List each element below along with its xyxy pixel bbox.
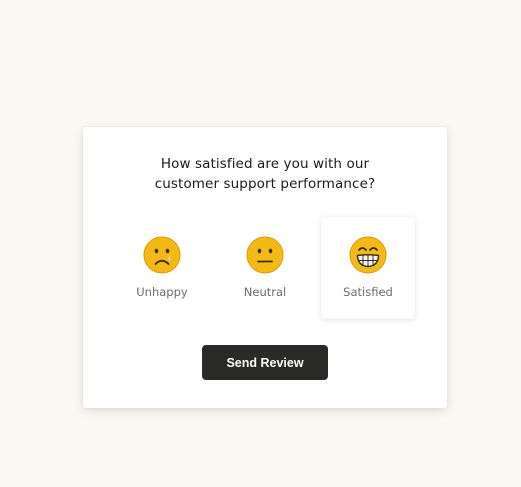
grinning-face-icon (349, 236, 387, 274)
question-line-1: How satisfied are you with our (160, 156, 370, 172)
rating-option-unhappy[interactable]: Unhappy (115, 217, 209, 319)
neutral-face-icon (246, 236, 284, 274)
review-card: How satisfied are you with our customer … (83, 127, 447, 408)
question-line-2: customer support performance? (154, 176, 376, 192)
rating-label-neutral: Neutral (243, 285, 287, 299)
rating-label-satisfied: Satisfied (343, 285, 393, 299)
send-review-button[interactable]: Send Review (202, 345, 328, 380)
survey-question: How satisfied are you with our customer … (83, 154, 447, 194)
rating-options: Unhappy Neutral Satisfied (83, 217, 447, 319)
sad-face-icon (143, 236, 181, 274)
rating-option-satisfied[interactable]: Satisfied (321, 217, 415, 319)
rating-option-neutral[interactable]: Neutral (218, 217, 312, 319)
rating-label-unhappy: Unhappy (136, 285, 188, 299)
